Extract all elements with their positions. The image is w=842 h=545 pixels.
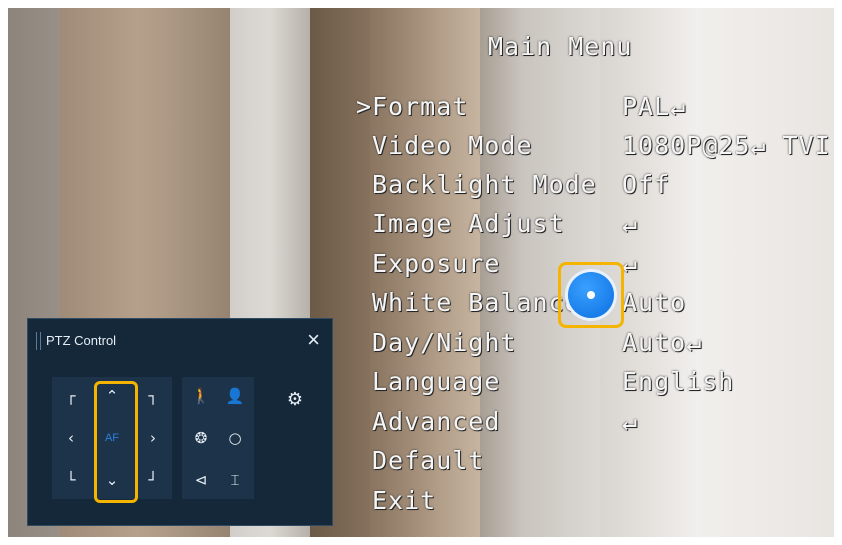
gear-icon[interactable]: ⚙ [278,383,312,417]
settings-area: ⚙ [278,383,314,415]
osd-item-value: ↵ [622,209,639,238]
osd-item-value: 1080P@25↵ TVI [622,131,831,160]
osd-item-value: ↵ [622,249,639,278]
close-button[interactable]: × [307,327,320,353]
osd-item-label: Language [372,367,501,396]
zoom-out-icon[interactable]: ⊲ [184,463,218,497]
nav-center-icon[interactable] [587,291,595,299]
tilt-up-button[interactable]: ⌃ [95,379,129,413]
nav-down-icon[interactable] [587,304,595,312]
osd-item-label: Exit [372,486,437,515]
osd-item-label: Exposure [372,249,501,278]
zoom-in-icon[interactable]: ⌶ [218,463,252,497]
ptz-header[interactable]: PTZ Control × [28,319,332,363]
drag-handle-icon[interactable] [36,332,41,350]
tilt-down-button[interactable]: ⌄ [95,463,129,497]
osd-navigation-dpad-icon[interactable] [568,272,614,318]
pan-down-left-button[interactable]: └ [54,463,88,497]
lens-controls: 🚶 👤 ❂ ○ ⊲ ⌶ [182,377,254,499]
nav-right-icon[interactable] [600,291,608,299]
osd-item-label: Image Adjust [372,209,565,238]
camera-video-feed: Main Menu > Format PAL↵ Video Mode 1080P… [0,0,842,545]
osd-item-value: PAL↵ [622,92,687,121]
osd-title: Main Menu [488,32,633,61]
osd-item-label: Backlight Mode [372,170,597,199]
osd-item-label: Day/Night [372,328,517,357]
person-bust-icon[interactable]: 👤 [218,379,252,413]
osd-item-label: Advanced [372,407,501,436]
direction-pad: ┌ ⌃ ┐ ‹ AF › └ ⌄ ┘ [52,377,172,499]
iris-open-icon[interactable]: ❂ [184,421,218,455]
osd-item-label: Format [372,92,469,121]
osd-item-value: English [622,367,735,396]
osd-item-value: Auto [622,288,687,317]
osd-navigation-highlight [558,262,624,328]
osd-item-label: Video Mode [372,131,533,160]
pan-up-right-button[interactable]: ┐ [136,379,170,413]
nav-left-icon[interactable] [574,291,582,299]
pan-left-button[interactable]: ‹ [54,421,88,455]
selection-marker: > [356,92,373,121]
ptz-control-panel: PTZ Control × ┌ ⌃ ┐ ‹ AF › └ ⌄ ┘ 🚶 👤 ❂ ○… [27,318,333,526]
pan-up-left-button[interactable]: ┌ [54,379,88,413]
osd-item-value: ↵ [622,407,639,436]
ptz-title: PTZ Control [46,333,117,348]
pan-down-right-button[interactable]: ┘ [136,463,170,497]
iris-close-icon[interactable]: ○ [218,421,252,455]
osd-item-value: Auto↵ [622,328,703,357]
autofocus-button[interactable]: AF [95,421,129,455]
person-full-icon[interactable]: 🚶 [184,379,218,413]
osd-item-label: White Balance [372,288,581,317]
nav-up-icon[interactable] [587,278,595,286]
osd-item-value: Off [622,170,671,199]
osd-item-label: Default [372,446,485,475]
pan-right-button[interactable]: › [136,421,170,455]
